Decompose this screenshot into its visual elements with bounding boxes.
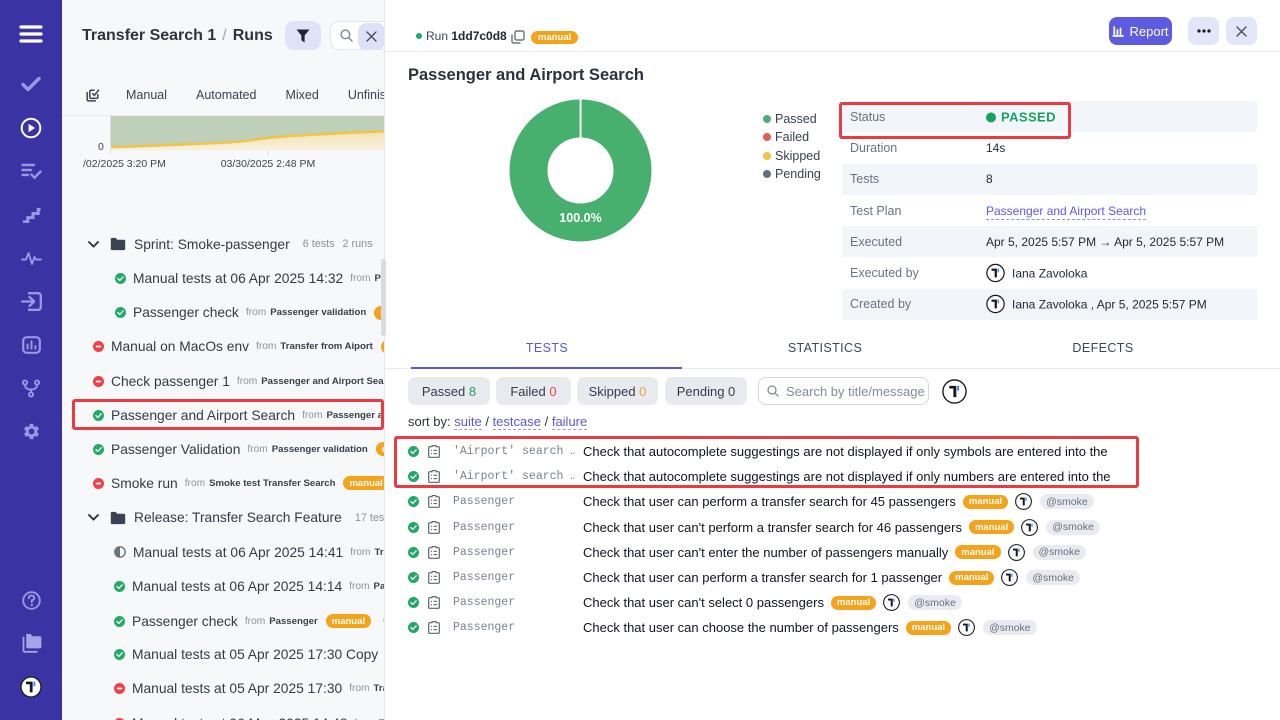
svg-text:100.0%: 100.0% — [559, 211, 601, 225]
